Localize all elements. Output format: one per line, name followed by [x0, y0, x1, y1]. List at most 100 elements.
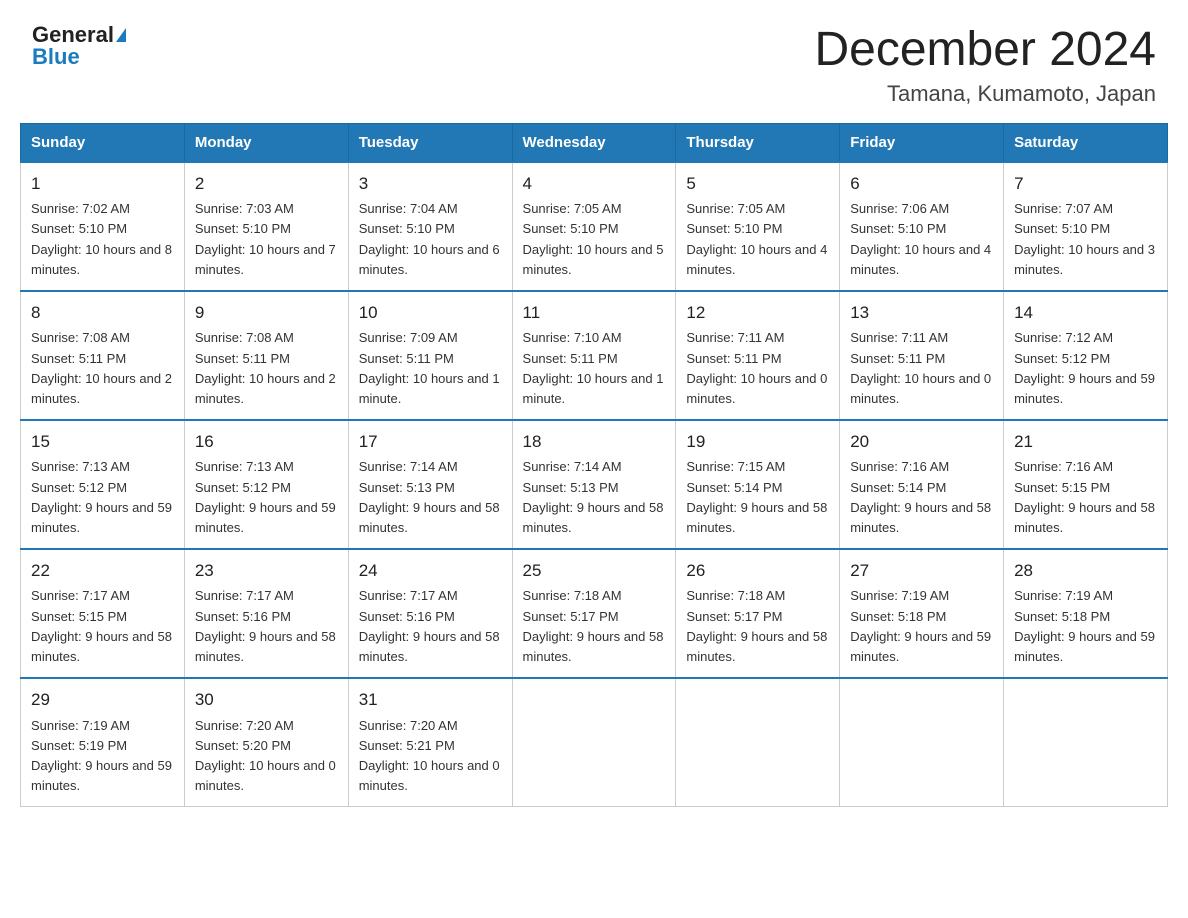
- table-row: 18Sunrise: 7:14 AMSunset: 5:13 PMDayligh…: [512, 420, 676, 549]
- calendar-table: Sunday Monday Tuesday Wednesday Thursday…: [20, 123, 1168, 807]
- day-number: 4: [523, 171, 666, 197]
- table-row: 4Sunrise: 7:05 AMSunset: 5:10 PMDaylight…: [512, 162, 676, 291]
- table-row: 25Sunrise: 7:18 AMSunset: 5:17 PMDayligh…: [512, 549, 676, 678]
- calendar-title: December 2024: [814, 24, 1156, 77]
- day-info: Sunrise: 7:08 AMSunset: 5:11 PMDaylight:…: [195, 328, 338, 409]
- day-info: Sunrise: 7:04 AMSunset: 5:10 PMDaylight:…: [359, 199, 502, 280]
- table-row: 24Sunrise: 7:17 AMSunset: 5:16 PMDayligh…: [348, 549, 512, 678]
- day-number: 15: [31, 429, 174, 455]
- table-row: 5Sunrise: 7:05 AMSunset: 5:10 PMDaylight…: [676, 162, 840, 291]
- day-number: 31: [359, 687, 502, 713]
- day-number: 7: [1014, 171, 1157, 197]
- day-number: 17: [359, 429, 502, 455]
- day-info: Sunrise: 7:13 AMSunset: 5:12 PMDaylight:…: [31, 457, 174, 538]
- day-number: 22: [31, 558, 174, 584]
- day-number: 23: [195, 558, 338, 584]
- table-row: 9Sunrise: 7:08 AMSunset: 5:11 PMDaylight…: [184, 291, 348, 420]
- day-info: Sunrise: 7:18 AMSunset: 5:17 PMDaylight:…: [523, 586, 666, 667]
- day-number: 8: [31, 300, 174, 326]
- day-number: 16: [195, 429, 338, 455]
- table-row: [1004, 678, 1168, 807]
- calendar-subtitle: Tamana, Kumamoto, Japan: [814, 81, 1156, 107]
- day-info: Sunrise: 7:20 AMSunset: 5:21 PMDaylight:…: [359, 716, 502, 797]
- day-info: Sunrise: 7:20 AMSunset: 5:20 PMDaylight:…: [195, 716, 338, 797]
- day-number: 27: [850, 558, 993, 584]
- day-number: 30: [195, 687, 338, 713]
- day-info: Sunrise: 7:05 AMSunset: 5:10 PMDaylight:…: [686, 199, 829, 280]
- day-info: Sunrise: 7:16 AMSunset: 5:15 PMDaylight:…: [1014, 457, 1157, 538]
- table-row: 11Sunrise: 7:10 AMSunset: 5:11 PMDayligh…: [512, 291, 676, 420]
- calendar-week-row: 29Sunrise: 7:19 AMSunset: 5:19 PMDayligh…: [21, 678, 1168, 807]
- table-row: 8Sunrise: 7:08 AMSunset: 5:11 PMDaylight…: [21, 291, 185, 420]
- table-row: 3Sunrise: 7:04 AMSunset: 5:10 PMDaylight…: [348, 162, 512, 291]
- day-info: Sunrise: 7:13 AMSunset: 5:12 PMDaylight:…: [195, 457, 338, 538]
- page-header: General Blue December 2024 Tamana, Kumam…: [0, 0, 1188, 123]
- table-row: 13Sunrise: 7:11 AMSunset: 5:11 PMDayligh…: [840, 291, 1004, 420]
- day-info: Sunrise: 7:19 AMSunset: 5:18 PMDaylight:…: [1014, 586, 1157, 667]
- col-sunday: Sunday: [21, 123, 185, 162]
- day-info: Sunrise: 7:08 AMSunset: 5:11 PMDaylight:…: [31, 328, 174, 409]
- table-row: [840, 678, 1004, 807]
- table-row: 1Sunrise: 7:02 AMSunset: 5:10 PMDaylight…: [21, 162, 185, 291]
- logo-general-text: General: [32, 24, 114, 46]
- table-row: 31 Sunrise: 7:20 AMSunset: 5:21 PMDayligh…: [348, 678, 512, 807]
- calendar-week-row: 22Sunrise: 7:17 AMSunset: 5:15 PMDayligh…: [21, 549, 1168, 678]
- table-row: 10Sunrise: 7:09 AMSunset: 5:11 PMDayligh…: [348, 291, 512, 420]
- day-number: 25: [523, 558, 666, 584]
- col-saturday: Saturday: [1004, 123, 1168, 162]
- table-row: 16Sunrise: 7:13 AMSunset: 5:12 PMDayligh…: [184, 420, 348, 549]
- day-number: 24: [359, 558, 502, 584]
- table-row: 28Sunrise: 7:19 AMSunset: 5:18 PMDayligh…: [1004, 549, 1168, 678]
- table-row: 15Sunrise: 7:13 AMSunset: 5:12 PMDayligh…: [21, 420, 185, 549]
- col-monday: Monday: [184, 123, 348, 162]
- table-row: 30 Sunrise: 7:20 AMSunset: 5:20 PMDayligh…: [184, 678, 348, 807]
- col-tuesday: Tuesday: [348, 123, 512, 162]
- table-row: 27Sunrise: 7:19 AMSunset: 5:18 PMDayligh…: [840, 549, 1004, 678]
- table-row: 14Sunrise: 7:12 AMSunset: 5:12 PMDayligh…: [1004, 291, 1168, 420]
- day-info: Sunrise: 7:10 AMSunset: 5:11 PMDaylight:…: [523, 328, 666, 409]
- day-number: 11: [523, 300, 666, 326]
- table-row: 19Sunrise: 7:15 AMSunset: 5:14 PMDayligh…: [676, 420, 840, 549]
- calendar-header-row: Sunday Monday Tuesday Wednesday Thursday…: [21, 123, 1168, 162]
- day-info: Sunrise: 7:11 AMSunset: 5:11 PMDaylight:…: [850, 328, 993, 409]
- day-info: Sunrise: 7:16 AMSunset: 5:14 PMDaylight:…: [850, 457, 993, 538]
- table-row: 29Sunrise: 7:19 AMSunset: 5:19 PMDayligh…: [21, 678, 185, 807]
- day-info: Sunrise: 7:17 AMSunset: 5:15 PMDaylight:…: [31, 586, 174, 667]
- day-info: Sunrise: 7:14 AMSunset: 5:13 PMDaylight:…: [359, 457, 502, 538]
- day-number: 3: [359, 171, 502, 197]
- day-number: 10: [359, 300, 502, 326]
- title-section: December 2024 Tamana, Kumamoto, Japan: [814, 24, 1156, 107]
- day-info: Sunrise: 7:09 AMSunset: 5:11 PMDaylight:…: [359, 328, 502, 409]
- table-row: 7Sunrise: 7:07 AMSunset: 5:10 PMDaylight…: [1004, 162, 1168, 291]
- day-number: 26: [686, 558, 829, 584]
- day-info: Sunrise: 7:11 AMSunset: 5:11 PMDaylight:…: [686, 328, 829, 409]
- day-info: Sunrise: 7:18 AMSunset: 5:17 PMDaylight:…: [686, 586, 829, 667]
- day-info: Sunrise: 7:17 AMSunset: 5:16 PMDaylight:…: [359, 586, 502, 667]
- day-info: Sunrise: 7:07 AMSunset: 5:10 PMDaylight:…: [1014, 199, 1157, 280]
- col-friday: Friday: [840, 123, 1004, 162]
- table-row: 17Sunrise: 7:14 AMSunset: 5:13 PMDayligh…: [348, 420, 512, 549]
- day-number: 5: [686, 171, 829, 197]
- day-number: 21: [1014, 429, 1157, 455]
- table-row: 2Sunrise: 7:03 AMSunset: 5:10 PMDaylight…: [184, 162, 348, 291]
- table-row: 20Sunrise: 7:16 AMSunset: 5:14 PMDayligh…: [840, 420, 1004, 549]
- table-row: 6Sunrise: 7:06 AMSunset: 5:10 PMDaylight…: [840, 162, 1004, 291]
- table-row: 12Sunrise: 7:11 AMSunset: 5:11 PMDayligh…: [676, 291, 840, 420]
- day-number: 12: [686, 300, 829, 326]
- day-info: Sunrise: 7:19 AMSunset: 5:19 PMDaylight:…: [31, 716, 174, 797]
- day-number: 28: [1014, 558, 1157, 584]
- day-number: 9: [195, 300, 338, 326]
- col-wednesday: Wednesday: [512, 123, 676, 162]
- day-info: Sunrise: 7:15 AMSunset: 5:14 PMDaylight:…: [686, 457, 829, 538]
- day-number: 1: [31, 171, 174, 197]
- logo-blue-text: Blue: [32, 46, 80, 68]
- day-info: Sunrise: 7:03 AMSunset: 5:10 PMDaylight:…: [195, 199, 338, 280]
- calendar-week-row: 1Sunrise: 7:02 AMSunset: 5:10 PMDaylight…: [21, 162, 1168, 291]
- table-row: 23Sunrise: 7:17 AMSunset: 5:16 PMDayligh…: [184, 549, 348, 678]
- logo-triangle-icon: [116, 28, 126, 42]
- table-row: [676, 678, 840, 807]
- logo: General Blue: [32, 24, 126, 68]
- day-number: 13: [850, 300, 993, 326]
- calendar-week-row: 8Sunrise: 7:08 AMSunset: 5:11 PMDaylight…: [21, 291, 1168, 420]
- day-number: 19: [686, 429, 829, 455]
